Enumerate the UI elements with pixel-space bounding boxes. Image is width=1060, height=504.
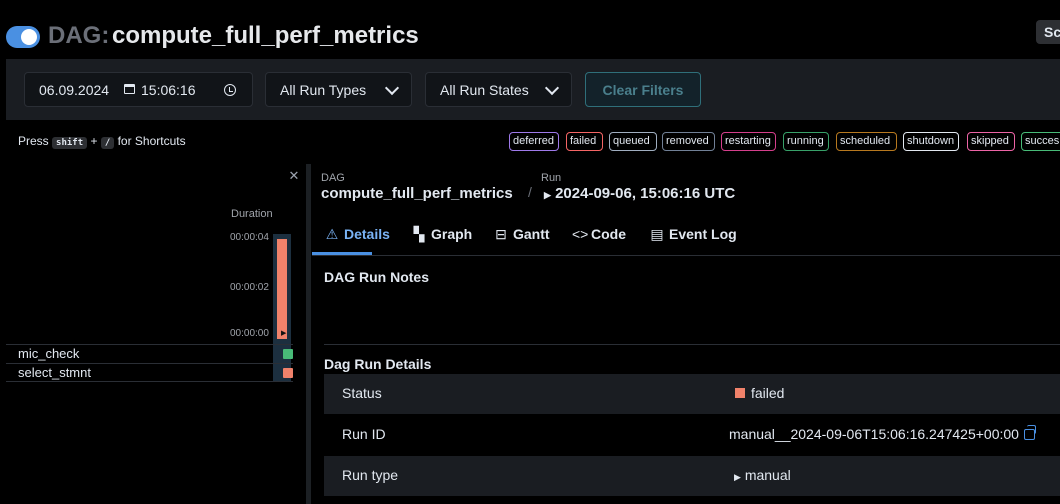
tab-label: Gantt <box>513 226 550 242</box>
duration-tick: 00:00:00 <box>230 328 269 339</box>
run-type-label: All Run Types <box>280 82 367 98</box>
run-notes-title: DAG Run Notes <box>324 269 429 285</box>
legend-chip-queued[interactable]: queued <box>609 132 657 151</box>
status-square-icon <box>735 388 745 398</box>
run-type-select[interactable]: All Run Types <box>265 72 412 107</box>
tab-label: Code <box>591 226 626 242</box>
detail-value: ▶ manual <box>734 467 791 483</box>
tab-code[interactable]: <> Code <box>572 226 626 242</box>
task-row[interactable]: select_stmnt <box>6 363 293 382</box>
duration-label: Duration <box>231 208 273 220</box>
shortcut-press: Press <box>18 134 49 148</box>
tab-details[interactable]: ⚠ Details <box>325 226 390 243</box>
run-id-value: manual__2024-09-06T15:06:16.247425+00:00 <box>729 426 1019 442</box>
tab-label: Graph <box>431 226 473 242</box>
task-instance-box[interactable] <box>283 349 293 359</box>
legend-chip-running[interactable]: running <box>783 132 829 151</box>
detail-row-status: Status failed <box>324 374 1060 414</box>
legend-chip-deferred[interactable]: deferred <box>509 132 559 151</box>
base-date-input[interactable]: 06.09.2024 15:06:16 <box>24 72 253 107</box>
legend-chip-failed[interactable]: failed <box>566 132 603 151</box>
tab-label: Details <box>344 226 390 242</box>
shortcut-suffix: for Shortcuts <box>117 134 186 148</box>
copy-icon[interactable] <box>1023 425 1036 440</box>
clear-filters-button[interactable]: Clear Filters <box>585 72 701 107</box>
status-value: failed <box>751 385 785 401</box>
chevron-down-icon <box>384 80 400 96</box>
collapse-icon[interactable]: ✕ <box>287 169 301 183</box>
detail-row-run-type: Run type ▶ manual <box>324 456 1060 496</box>
warning-icon: ⚠ <box>325 226 339 242</box>
run-duration-caret-icon: ▶ <box>281 330 287 337</box>
legend-chip-scheduled[interactable]: scheduled <box>836 132 897 151</box>
run-state-select[interactable]: All Run States <box>425 72 572 107</box>
legend-chip-removed[interactable]: removed <box>662 132 715 151</box>
shortcut-plus: + <box>90 134 98 148</box>
detail-row-run-id: Run ID manual__2024-09-06T15:06:16.24742… <box>324 415 1060 455</box>
dag-pause-toggle[interactable] <box>6 26 40 48</box>
dag-title-prefix: DAG: <box>48 22 110 49</box>
section-divider <box>324 344 1060 345</box>
tab-label: Event Log <box>669 226 737 242</box>
task-row[interactable]: mic_check <box>6 344 293 363</box>
breadcrumb-run-value: 2024-09-06, 15:06:16 UTC <box>555 185 736 202</box>
detail-key: Status <box>342 385 382 401</box>
time-value: 15:06:16 <box>141 82 196 98</box>
legend-chip-succes[interactable]: succes <box>1021 132 1060 151</box>
legend-chip-shutdown[interactable]: shutdown <box>903 132 959 151</box>
clock-icon[interactable] <box>224 84 236 96</box>
breadcrumb-run-link[interactable]: ▶ 2024-09-06, 15:06:16 UTC <box>544 185 735 202</box>
tab-gantt[interactable]: ⊟ Gantt <box>494 226 550 243</box>
detail-key: Run type <box>342 467 399 483</box>
run-details-title: Dag Run Details <box>324 356 432 372</box>
duration-tick: 00:00:04 <box>230 232 269 243</box>
task-label: mic_check <box>18 346 80 361</box>
date-value: 06.09.2024 <box>39 82 110 98</box>
detail-key: Run ID <box>342 426 386 442</box>
chevron-down-icon <box>544 80 560 96</box>
legend-chip-restarting[interactable]: restarting <box>721 132 776 151</box>
event-log-icon: ▤ <box>650 226 664 242</box>
caret-right-icon: ▶ <box>734 472 741 482</box>
run-duration-bar[interactable] <box>277 239 287 339</box>
header-right-button[interactable]: Sc <box>1036 20 1060 44</box>
filter-bar: 06.09.2024 15:06:16 All Run Types All Ru… <box>6 59 1060 120</box>
calendar-icon[interactable] <box>124 84 135 94</box>
tab-graph[interactable]: ▚ Graph <box>412 226 473 243</box>
breadcrumb-run-label: Run <box>541 172 562 184</box>
shift-key: shift <box>52 137 88 149</box>
task-instance-box[interactable] <box>283 368 293 378</box>
breadcrumb-dag-link[interactable]: compute_full_perf_metrics <box>321 185 513 202</box>
task-label: select_stmnt <box>18 365 91 380</box>
legend-chip-skipped[interactable]: skipped <box>967 132 1015 151</box>
run-type-value: manual <box>744 467 791 483</box>
code-icon: <> <box>572 226 589 242</box>
shortcut-hint: Press shift + / for Shortcuts <box>18 134 186 149</box>
tab-event-log[interactable]: ▤ Event Log <box>650 226 737 243</box>
dag-title: compute_full_perf_metrics <box>112 22 419 49</box>
slash-key: / <box>100 137 115 149</box>
breadcrumb-dag-label: DAG <box>321 172 345 184</box>
panel-resize-handle[interactable] <box>306 164 311 504</box>
gantt-icon: ⊟ <box>495 226 507 242</box>
breadcrumb-separator: / <box>528 184 532 200</box>
run-state-label: All Run States <box>440 82 529 98</box>
duration-tick: 00:00:02 <box>230 282 269 293</box>
graph-icon: ▚ <box>413 226 425 242</box>
caret-right-icon: ▶ <box>544 190 551 200</box>
clear-filters-label: Clear Filters <box>602 82 684 98</box>
active-tab-indicator <box>312 252 372 255</box>
detail-value: manual__2024-09-06T15:06:16.247425+00:00 <box>729 425 1036 442</box>
detail-value: failed <box>735 385 784 401</box>
